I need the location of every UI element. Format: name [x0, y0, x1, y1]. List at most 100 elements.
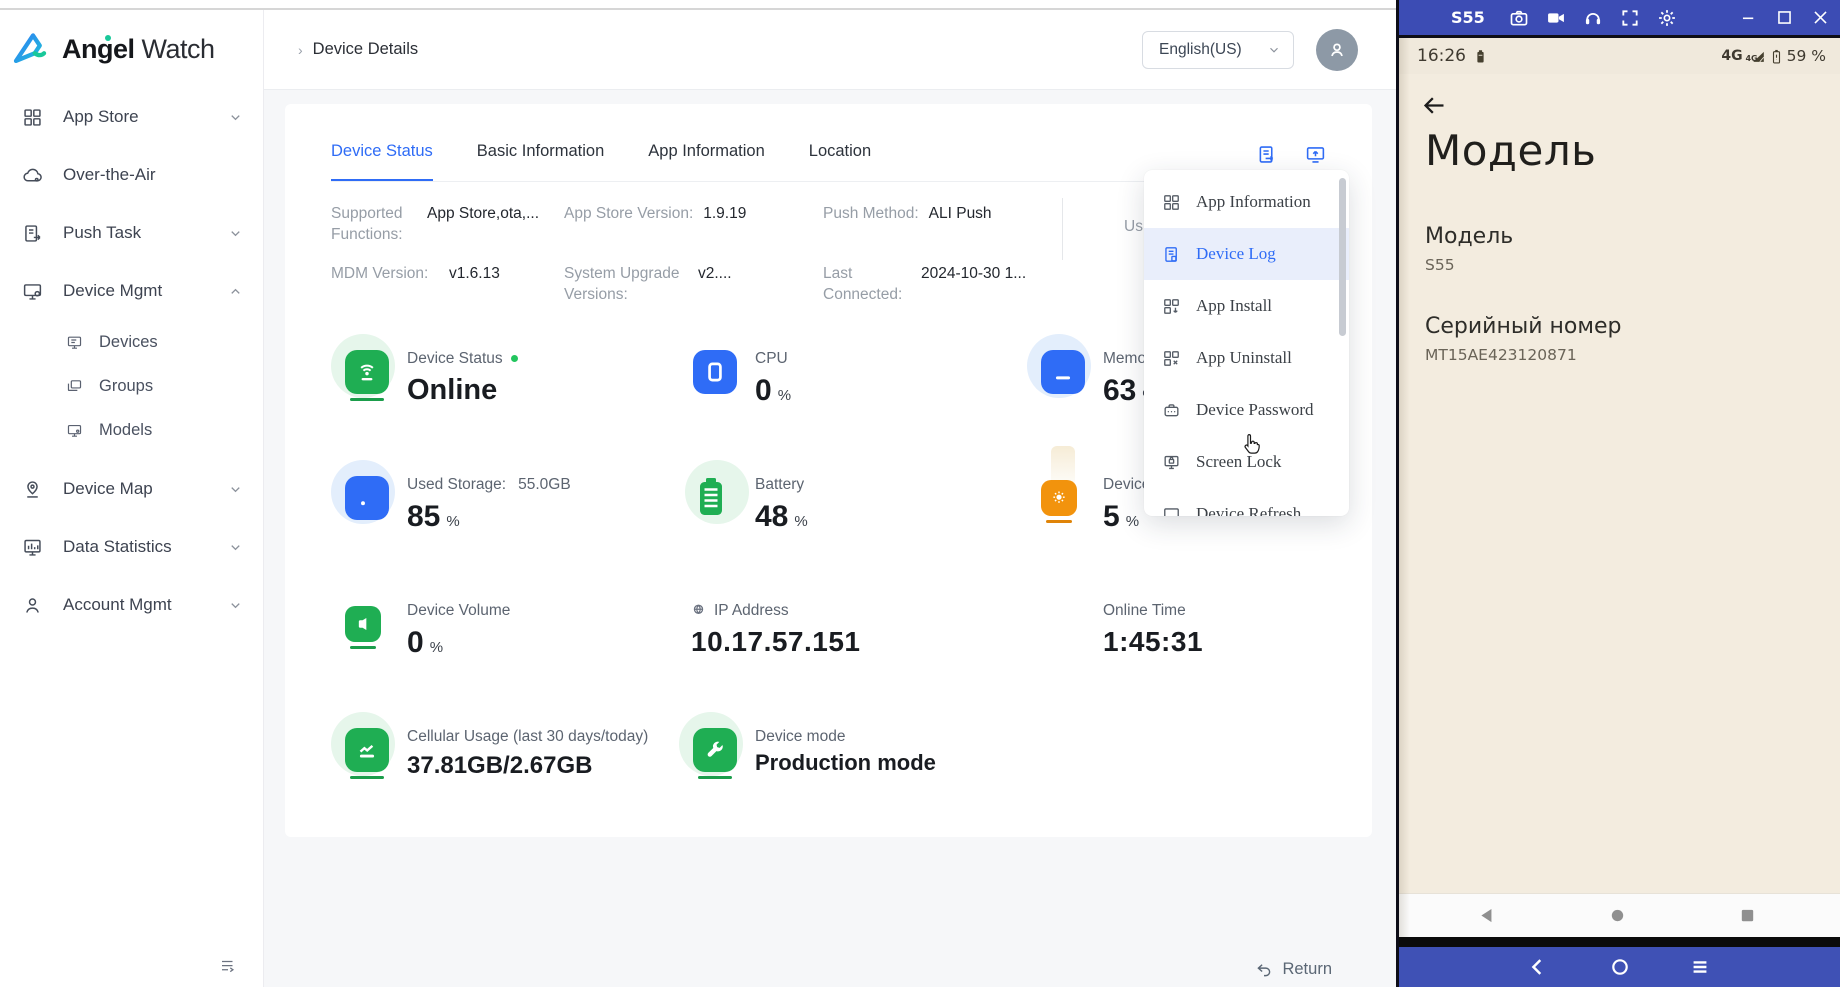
stat-value: 48: [755, 500, 788, 534]
menu-item-app-install[interactable]: App Install: [1144, 280, 1349, 332]
info-value: App Store,ota,...: [427, 204, 539, 225]
close-icon[interactable]: [1811, 8, 1830, 27]
mirror-toolbar: [1399, 947, 1840, 987]
sidebar-subitem-label: Devices: [99, 333, 158, 352]
stat-unit: %: [430, 639, 443, 656]
devices-icon: [66, 334, 83, 351]
online-dot: [511, 355, 518, 362]
chevron-down-icon: [228, 598, 243, 613]
language-value: English(US): [1159, 41, 1242, 59]
person-icon: [1326, 39, 1348, 61]
menu-item-device-password[interactable]: Device Password: [1144, 384, 1349, 436]
brightness-icon: [1041, 480, 1077, 516]
phone-window-titlebar[interactable]: S55: [1399, 0, 1840, 38]
stat-value: 5: [1103, 500, 1120, 534]
phone-screen: 16:26 4G 4G 59 % Модель Модель S55: [1399, 38, 1840, 937]
info-system-upgrade-versions: System Upgrade Versions: v2....: [564, 264, 823, 306]
field-value: S55: [1425, 256, 1513, 274]
device-map-icon: [22, 479, 43, 500]
menu-item-app-information[interactable]: App Information: [1144, 176, 1349, 228]
chevron-up-icon: [228, 284, 243, 299]
info-last-connected: Last Connected: 2024-10-30 1...: [823, 264, 1062, 306]
app-info-grid-icon: [1162, 193, 1181, 212]
stat-label: Used Storage:: [407, 474, 506, 496]
toolbar-back-icon[interactable]: [1527, 956, 1549, 978]
stat-value: Online: [407, 374, 518, 407]
screen-lock-icon: [1162, 453, 1181, 472]
sidebar-item-data-statistics[interactable]: Data Statistics: [0, 518, 263, 576]
field-label: Модель: [1425, 224, 1513, 249]
stat-online-time: Online Time 1:45:31: [1041, 598, 1326, 724]
push-task-icon: [22, 223, 43, 244]
menu-item-device-refresh[interactable]: Device Refresh: [1144, 488, 1349, 516]
chevron-down-icon: [228, 226, 243, 241]
maximize-icon[interactable]: [1775, 8, 1794, 27]
audio-headset-icon[interactable]: [1583, 8, 1603, 28]
minimize-icon[interactable]: [1739, 8, 1758, 27]
sidebar-item-account-mgmt[interactable]: Account Mgmt: [0, 576, 263, 634]
sidebar-subitem-label: Models: [99, 421, 152, 440]
stat-device-volume: Device Volume 0%: [345, 598, 693, 724]
tab-device-status[interactable]: Device Status: [331, 142, 433, 181]
page-title: Device Details: [313, 40, 418, 59]
menu-item-label: Device Refresh: [1196, 504, 1301, 516]
sidebar: Angel Watch App Store Over-the-Air Push …: [0, 10, 264, 987]
menu-item-app-uninstall[interactable]: App Uninstall: [1144, 332, 1349, 384]
android-recents-icon[interactable]: [1737, 905, 1758, 926]
network-globe-icon: [691, 603, 706, 618]
user-avatar[interactable]: [1316, 29, 1358, 71]
app-root: Angel Watch App Store Over-the-Air Push …: [0, 0, 1840, 987]
return-label: Return: [1282, 960, 1332, 979]
sidebar-item-groups[interactable]: Groups: [0, 364, 263, 408]
sidebar-item-push-task[interactable]: Push Task: [0, 204, 263, 262]
sidebar-item-models[interactable]: Models: [0, 408, 263, 452]
settings-gear-icon[interactable]: [1657, 8, 1677, 28]
screen-mirror-icon[interactable]: [1305, 144, 1326, 165]
android-back-icon[interactable]: [1477, 905, 1498, 926]
back-arrow-icon[interactable]: [1421, 92, 1448, 119]
stat-extra-value: 55.0GB: [518, 474, 571, 496]
stat-label: CPU: [755, 348, 788, 370]
field-value: MT15AE423120871: [1425, 346, 1621, 364]
stat-cpu: CPU 0%: [693, 346, 1041, 472]
chevron-down-icon: [228, 482, 243, 497]
menu-item-device-log[interactable]: Device Log: [1144, 228, 1349, 280]
menu-scrollbar-thumb[interactable]: [1339, 178, 1346, 336]
info-divider: [1062, 198, 1063, 260]
language-select[interactable]: English(US): [1142, 31, 1294, 69]
stat-value: 85: [407, 500, 440, 534]
device-password-icon: [1162, 401, 1181, 420]
toolbar-menu-icon[interactable]: [1689, 956, 1711, 978]
screenshot-camera-icon[interactable]: [1509, 8, 1529, 28]
return-button[interactable]: Return: [1255, 960, 1332, 979]
toolbar-home-icon[interactable]: [1609, 956, 1631, 978]
sidebar-item-app-store[interactable]: App Store: [0, 88, 263, 146]
stat-used-storage: Used Storage:55.0GB 85%: [345, 472, 693, 598]
device-mgmt-icon: [22, 281, 43, 302]
sidebar-item-device-mgmt[interactable]: Device Mgmt: [0, 262, 263, 320]
record-video-icon[interactable]: [1546, 8, 1566, 28]
stat-ip-address: IP Address 10.17.57.151: [693, 598, 1041, 724]
fullscreen-icon[interactable]: [1620, 8, 1640, 28]
android-home-icon[interactable]: [1607, 905, 1628, 926]
tab-basic-information[interactable]: Basic Information: [477, 142, 604, 181]
menu-item-label: App Install: [1196, 296, 1272, 316]
tab-location[interactable]: Location: [809, 142, 871, 181]
groups-icon: [66, 378, 83, 395]
sidebar-item-device-map[interactable]: Device Map: [0, 460, 263, 518]
sidebar-item-devices[interactable]: Devices: [0, 320, 263, 364]
collapse-sidebar-icon[interactable]: [219, 957, 237, 975]
export-log-icon[interactable]: [1256, 144, 1277, 165]
info-value: v2....: [698, 264, 732, 285]
stat-label: Device Status: [407, 348, 503, 370]
brand-word-angel: Angel: [62, 34, 135, 64]
stat-value: 37.81GB/2.67GB: [407, 752, 648, 780]
mouse-hand-cursor: [1240, 432, 1264, 458]
sidebar-item-over-the-air[interactable]: Over-the-Air: [0, 146, 263, 204]
device-status-icon: [345, 350, 389, 394]
info-push-method: Push Method: ALI Push: [823, 204, 1062, 246]
stat-device-mode: Device mode Production mode: [693, 724, 1041, 850]
info-mdm-version: MDM Version: v1.6.13: [331, 264, 564, 306]
tab-app-information[interactable]: App Information: [648, 142, 764, 181]
page-header: › Device Details English(US): [264, 10, 1396, 90]
